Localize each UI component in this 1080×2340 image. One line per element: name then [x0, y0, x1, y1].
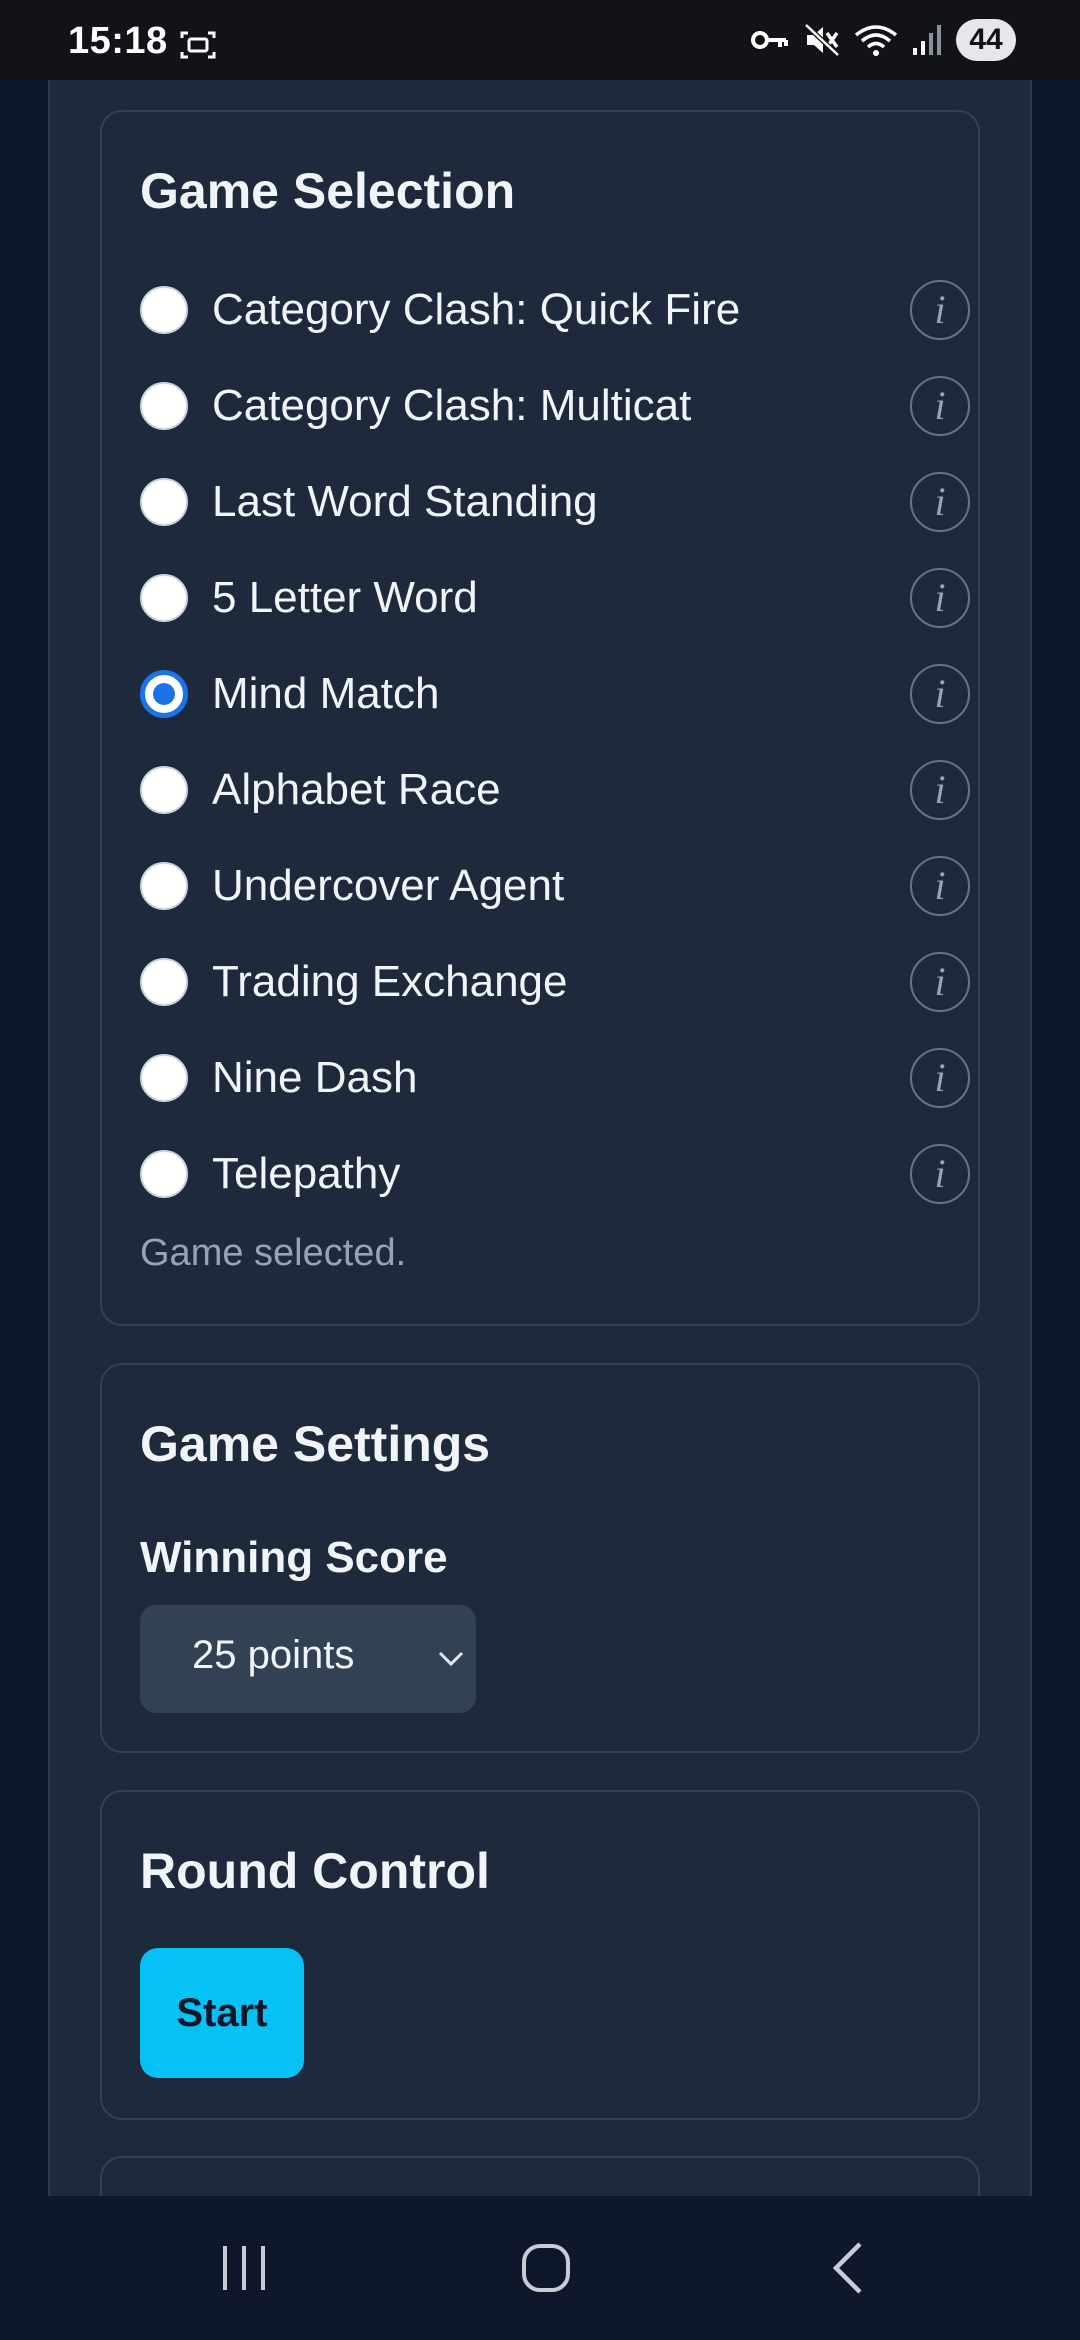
- game-selection-title: Game Selection: [140, 163, 516, 219]
- phone-screen: 15:18 44 Game Selection Category Clash: …: [0, 0, 1080, 2340]
- winning-score-label: Winning Score: [140, 1533, 448, 1582]
- game-option-label: Category Clash: Quick Fire: [212, 285, 741, 334]
- game-option[interactable]: 5 Letter Word i: [140, 550, 970, 646]
- game-selected-status: Game selected.: [140, 1232, 407, 1274]
- battery-level: 44: [956, 19, 1016, 61]
- game-option-label: Mind Match: [212, 669, 440, 718]
- game-radio[interactable]: [140, 958, 188, 1006]
- status-icons: 44: [750, 18, 1016, 62]
- game-option[interactable]: Category Clash: Multicat i: [140, 358, 970, 454]
- game-option[interactable]: Category Clash: Quick Fire i: [140, 262, 970, 358]
- info-icon[interactable]: i: [910, 472, 970, 532]
- navigation-bar: [0, 2196, 1080, 2340]
- mute-icon: [804, 23, 840, 57]
- info-icon[interactable]: i: [910, 1144, 970, 1204]
- game-option-label: Undercover Agent: [212, 861, 565, 910]
- info-icon[interactable]: i: [910, 1048, 970, 1108]
- status-bar: 15:18 44: [0, 0, 1080, 80]
- game-radio[interactable]: [140, 382, 188, 430]
- wifi-icon: [854, 25, 898, 56]
- game-radio[interactable]: [140, 574, 188, 622]
- next-card: [100, 2156, 980, 2196]
- game-settings-card: Game Settings Winning Score 25 points: [100, 1363, 980, 1753]
- back-icon: [832, 2242, 862, 2294]
- game-option-label: Category Clash: Multicat: [212, 381, 692, 430]
- winning-score-value: 25 points: [192, 1633, 355, 1677]
- game-settings-title: Game Settings: [140, 1416, 491, 1472]
- game-radio[interactable]: [140, 1150, 188, 1198]
- game-option-label: Trading Exchange: [212, 957, 568, 1006]
- game-option[interactable]: Undercover Agent i: [140, 838, 970, 934]
- chevron-down-icon: [438, 1651, 464, 1667]
- round-control-card: Round Control Start: [100, 1790, 980, 2120]
- game-option-label: Telepathy: [212, 1149, 401, 1198]
- game-radio[interactable]: [140, 286, 188, 334]
- game-option[interactable]: Nine Dash i: [140, 1030, 970, 1126]
- game-selection-card: Game Selection Category Clash: Quick Fir…: [100, 110, 980, 1326]
- game-radio[interactable]: [140, 862, 188, 910]
- home-button[interactable]: [506, 2236, 586, 2300]
- signal-icon: [913, 25, 941, 55]
- game-option[interactable]: Alphabet Race i: [140, 742, 970, 838]
- vpn-key-icon: [751, 31, 788, 49]
- game-radio[interactable]: [140, 670, 188, 718]
- game-option-label: Nine Dash: [212, 1053, 418, 1102]
- home-icon: [522, 2244, 570, 2292]
- info-icon[interactable]: i: [910, 856, 970, 916]
- game-radio[interactable]: [140, 766, 188, 814]
- round-control-title: Round Control: [140, 1843, 490, 1899]
- info-icon[interactable]: i: [910, 376, 970, 436]
- info-icon[interactable]: i: [910, 952, 970, 1012]
- back-button[interactable]: [808, 2236, 888, 2300]
- recent-apps-button[interactable]: [204, 2236, 284, 2300]
- info-icon[interactable]: i: [910, 568, 970, 628]
- game-option-label: Last Word Standing: [212, 477, 598, 526]
- game-option[interactable]: Last Word Standing i: [140, 454, 970, 550]
- info-icon[interactable]: i: [910, 280, 970, 340]
- info-icon[interactable]: i: [910, 760, 970, 820]
- status-time: 15:18: [68, 20, 168, 62]
- game-option[interactable]: Mind Match i: [140, 646, 970, 742]
- game-option[interactable]: Telepathy i: [140, 1126, 970, 1222]
- app-panel[interactable]: Game Selection Category Clash: Quick Fir…: [48, 80, 1032, 2196]
- info-icon[interactable]: i: [910, 664, 970, 724]
- start-button[interactable]: Start: [140, 1948, 304, 2078]
- game-radio[interactable]: [140, 478, 188, 526]
- game-option-label: 5 Letter Word: [212, 573, 478, 622]
- screen-capture-icon: [180, 31, 216, 59]
- game-radio[interactable]: [140, 1054, 188, 1102]
- recent-apps-icon: [223, 2246, 265, 2290]
- game-option[interactable]: Trading Exchange i: [140, 934, 970, 1030]
- game-list: Category Clash: Quick Fire i Category Clas…: [140, 262, 970, 1222]
- game-option-label: Alphabet Race: [212, 765, 501, 814]
- winning-score-select[interactable]: 25 points: [140, 1605, 476, 1713]
